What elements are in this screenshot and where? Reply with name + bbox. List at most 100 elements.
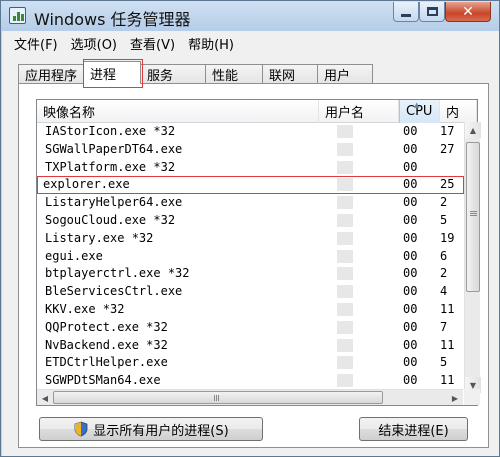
table-row[interactable]: ETDCtrlHelper.exe 00 5 — [37, 354, 464, 372]
process-name: explorer.exe — [43, 177, 130, 192]
process-name: SGWallPaperDT64.exe — [45, 141, 183, 156]
vertical-scroll-thumb[interactable] — [466, 142, 480, 292]
process-name: NvBackend.exe *32 — [45, 337, 168, 352]
process-name: BleServicesCtrl.exe — [45, 284, 183, 299]
memory-value: 6 — [440, 248, 448, 263]
list-header: 映像名称 用户名 ▲ CPU 内 — [37, 100, 477, 123]
process-name: egui.exe — [45, 248, 103, 263]
memory-value: 25 — [440, 177, 455, 192]
memory-value: 5 — [440, 355, 448, 370]
table-row[interactable]: ListaryHelper64.exe 00 2 — [37, 194, 464, 212]
cpu-value: 00 — [403, 230, 418, 245]
memory-value: 7 — [440, 319, 448, 334]
tab-networking[interactable]: 联网 — [262, 64, 318, 84]
memory-value: 27 — [440, 141, 455, 156]
menu-options[interactable]: 选项(O) — [71, 34, 117, 53]
process-name: Listary.exe *32 — [45, 230, 154, 245]
scroll-left-arrow-icon[interactable]: ◀ — [37, 390, 53, 406]
table-row[interactable]: SogouCloud.exe *32 00 5 — [37, 212, 464, 230]
column-header-image-name[interactable]: 映像名称 — [37, 100, 319, 123]
cpu-value: 00 — [403, 373, 418, 388]
cpu-value: 00 — [403, 159, 418, 174]
process-name: ListaryHelper64.exe — [45, 195, 183, 210]
table-row[interactable]: Listary.exe *32 00 19 — [37, 230, 464, 248]
user-name-redacted — [337, 231, 353, 245]
task-manager-window: Windows 任务管理器 ✕ 文件(F) 选项(O) 查看(V) 帮助(H) … — [0, 0, 500, 457]
cpu-value: 00 — [403, 319, 418, 334]
end-process-button[interactable]: 结束进程(E) — [359, 417, 468, 441]
uac-shield-icon — [74, 421, 88, 437]
table-row[interactable]: egui.exe 00 6 — [37, 248, 464, 266]
cpu-value: 00 — [403, 212, 418, 227]
horizontal-scroll-thumb[interactable] — [53, 391, 383, 404]
column-header-memory[interactable]: 内 — [440, 100, 477, 123]
window-title: Windows 任务管理器 — [34, 10, 191, 29]
scroll-right-arrow-icon[interactable]: ▶ — [447, 390, 463, 406]
process-name: ETDCtrlHelper.exe — [45, 355, 168, 370]
table-row[interactable]: QQProtect.exe *32 00 7 — [37, 319, 464, 337]
table-row[interactable]: NvBackend.exe *32 00 11 — [37, 337, 464, 355]
process-name: KKV.exe *32 — [45, 301, 125, 316]
memory-value: 19 — [440, 230, 455, 245]
cpu-value: 00 — [403, 195, 418, 210]
close-button[interactable]: ✕ — [445, 2, 491, 22]
process-name: TXPlatform.exe *32 — [45, 159, 176, 174]
vertical-scrollbar[interactable]: ▲ ▼ — [464, 122, 481, 393]
grip-icon — [214, 395, 215, 401]
column-header-user-name[interactable]: 用户名 — [319, 100, 399, 123]
maximize-button[interactable] — [419, 2, 445, 22]
table-row[interactable]: BleServicesCtrl.exe 00 4 — [37, 283, 464, 301]
process-name: QQProtect.exe *32 — [45, 319, 168, 334]
table-row-selected[interactable]: explorer.exe 00 25 — [37, 176, 464, 195]
table-row[interactable]: KKV.exe *32 00 11 — [37, 301, 464, 319]
menu-file[interactable]: 文件(F) — [14, 34, 58, 53]
minimize-icon — [401, 14, 411, 17]
table-row[interactable]: TXPlatform.exe *32 00 — [37, 159, 464, 177]
cpu-value: 00 — [403, 266, 418, 281]
user-name-redacted — [337, 178, 353, 192]
scroll-up-arrow-icon[interactable]: ▲ — [465, 122, 481, 138]
user-name-redacted — [337, 356, 353, 370]
close-icon: ✕ — [462, 3, 474, 20]
minimize-button[interactable] — [393, 2, 419, 22]
tab-strip: 应用程序 进程 服务 性能 联网 用户 — [18, 61, 373, 84]
tab-users[interactable]: 用户 — [317, 64, 373, 84]
tab-applications[interactable]: 应用程序 — [18, 64, 84, 84]
menu-view[interactable]: 查看(V) — [130, 34, 175, 53]
table-row[interactable]: IAStorIcon.exe *32 00 17 — [37, 123, 464, 141]
table-row[interactable]: btplayerctrl.exe *32 00 2 — [37, 265, 464, 283]
cpu-value: 00 — [403, 355, 418, 370]
tab-performance[interactable]: 性能 — [205, 64, 263, 84]
process-name: btplayerctrl.exe *32 — [45, 266, 190, 281]
user-name-redacted — [337, 249, 353, 263]
memory-value: 11 — [440, 373, 455, 388]
tab-highlight-box — [83, 59, 143, 88]
user-name-redacted — [337, 374, 353, 388]
tab-services[interactable]: 服务 — [140, 64, 206, 84]
cpu-value: 00 — [403, 248, 418, 263]
process-rows: IAStorIcon.exe *32 00 17 SGWallPaperDT64.e… — [37, 123, 464, 390]
process-name: IAStorIcon.exe *32 — [45, 124, 176, 138]
menu-help[interactable]: 帮助(H) — [188, 34, 234, 53]
user-name-redacted — [337, 285, 353, 299]
process-name: SogouCloud.exe *32 — [45, 212, 176, 227]
user-name-redacted — [337, 125, 353, 138]
cpu-value: 00 — [403, 177, 418, 192]
menu-bar: 文件(F) 选项(O) 查看(V) 帮助(H) — [2, 31, 499, 55]
show-all-users-label: 显示所有用户的进程(S) — [93, 423, 229, 439]
title-bar[interactable]: Windows 任务管理器 ✕ — [1, 1, 499, 31]
user-name-redacted — [337, 338, 353, 352]
maximize-icon — [426, 7, 438, 16]
user-name-redacted — [337, 213, 353, 227]
memory-value: 11 — [440, 301, 455, 316]
process-list[interactable]: 映像名称 用户名 ▲ CPU 内 IAStorIcon.exe *32 00 17 … — [36, 99, 478, 406]
show-all-users-button[interactable]: 显示所有用户的进程(S) — [39, 417, 263, 441]
scrollbar-corner — [464, 389, 480, 405]
user-name-redacted — [337, 196, 353, 210]
table-row[interactable]: SGWPDtSMan64.exe 00 11 — [37, 372, 464, 390]
column-header-cpu[interactable]: ▲ CPU — [399, 100, 440, 123]
cpu-value: 00 — [403, 141, 418, 156]
memory-value: 2 — [440, 195, 448, 210]
horizontal-scrollbar[interactable]: ◀ ▶ — [37, 389, 463, 405]
table-row[interactable]: SGWallPaperDT64.exe 00 27 — [37, 141, 464, 159]
